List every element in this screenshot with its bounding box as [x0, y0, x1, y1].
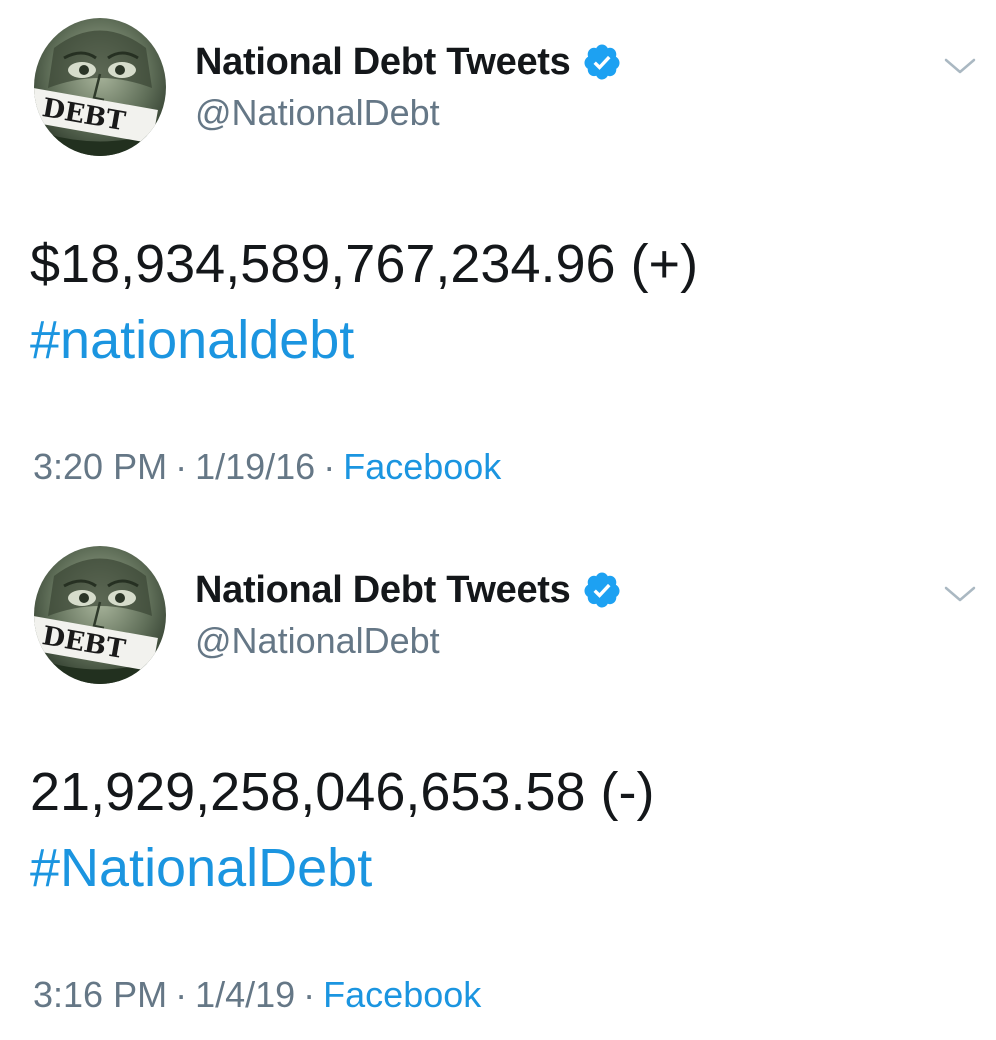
- tweet-metadata: 3:16 PM · 1/4/19 · Facebook: [33, 974, 481, 1016]
- tweet-date[interactable]: 1/4/19: [195, 974, 295, 1015]
- tweet-card[interactable]: DEBT National Debt Tweets @NationalDebt …: [0, 528, 996, 1040]
- chevron-down-icon[interactable]: [944, 54, 976, 78]
- chevron-down-icon[interactable]: [944, 582, 976, 606]
- display-name[interactable]: National Debt Tweets: [195, 569, 571, 612]
- tweet-source-link[interactable]: Facebook: [323, 974, 481, 1015]
- avatar-image: DEBT: [34, 546, 166, 684]
- avatar[interactable]: DEBT: [34, 18, 166, 156]
- hashtag-link[interactable]: #NationalDebt: [30, 830, 654, 906]
- tweet-source-link[interactable]: Facebook: [343, 446, 501, 487]
- tweet-body: $18,934,589,767,234.96 (+) #nationaldebt: [30, 226, 698, 378]
- user-handle[interactable]: @NationalDebt: [195, 92, 440, 134]
- tweet-body: 21,929,258,046,653.58 (-) #NationalDebt: [30, 754, 654, 906]
- tweet-card[interactable]: DEBT National Debt Tweets @NationalDebt …: [0, 0, 996, 512]
- author-row[interactable]: National Debt Tweets: [195, 566, 622, 614]
- tweet-time[interactable]: 3:20 PM: [33, 446, 167, 487]
- author-row[interactable]: National Debt Tweets: [195, 38, 622, 86]
- verified-badge-icon: [584, 44, 620, 80]
- separator: ·: [303, 974, 316, 1015]
- tweet-metadata: 3:20 PM · 1/19/16 · Facebook: [33, 446, 501, 488]
- hashtag-link[interactable]: #nationaldebt: [30, 302, 698, 378]
- avatar[interactable]: DEBT: [34, 546, 166, 684]
- tweet-time[interactable]: 3:16 PM: [33, 974, 167, 1015]
- separator: ·: [175, 446, 188, 487]
- tweet-text: $18,934,589,767,234.96 (+): [30, 234, 699, 294]
- separator: ·: [323, 446, 336, 487]
- display-name[interactable]: National Debt Tweets: [195, 41, 571, 84]
- user-handle[interactable]: @NationalDebt: [195, 620, 440, 662]
- verified-badge-icon: [584, 572, 620, 608]
- tweet-text: 21,929,258,046,653.58 (-): [30, 762, 655, 822]
- separator: ·: [175, 974, 188, 1015]
- tweet-date[interactable]: 1/19/16: [195, 446, 315, 487]
- avatar-image: DEBT: [34, 18, 166, 156]
